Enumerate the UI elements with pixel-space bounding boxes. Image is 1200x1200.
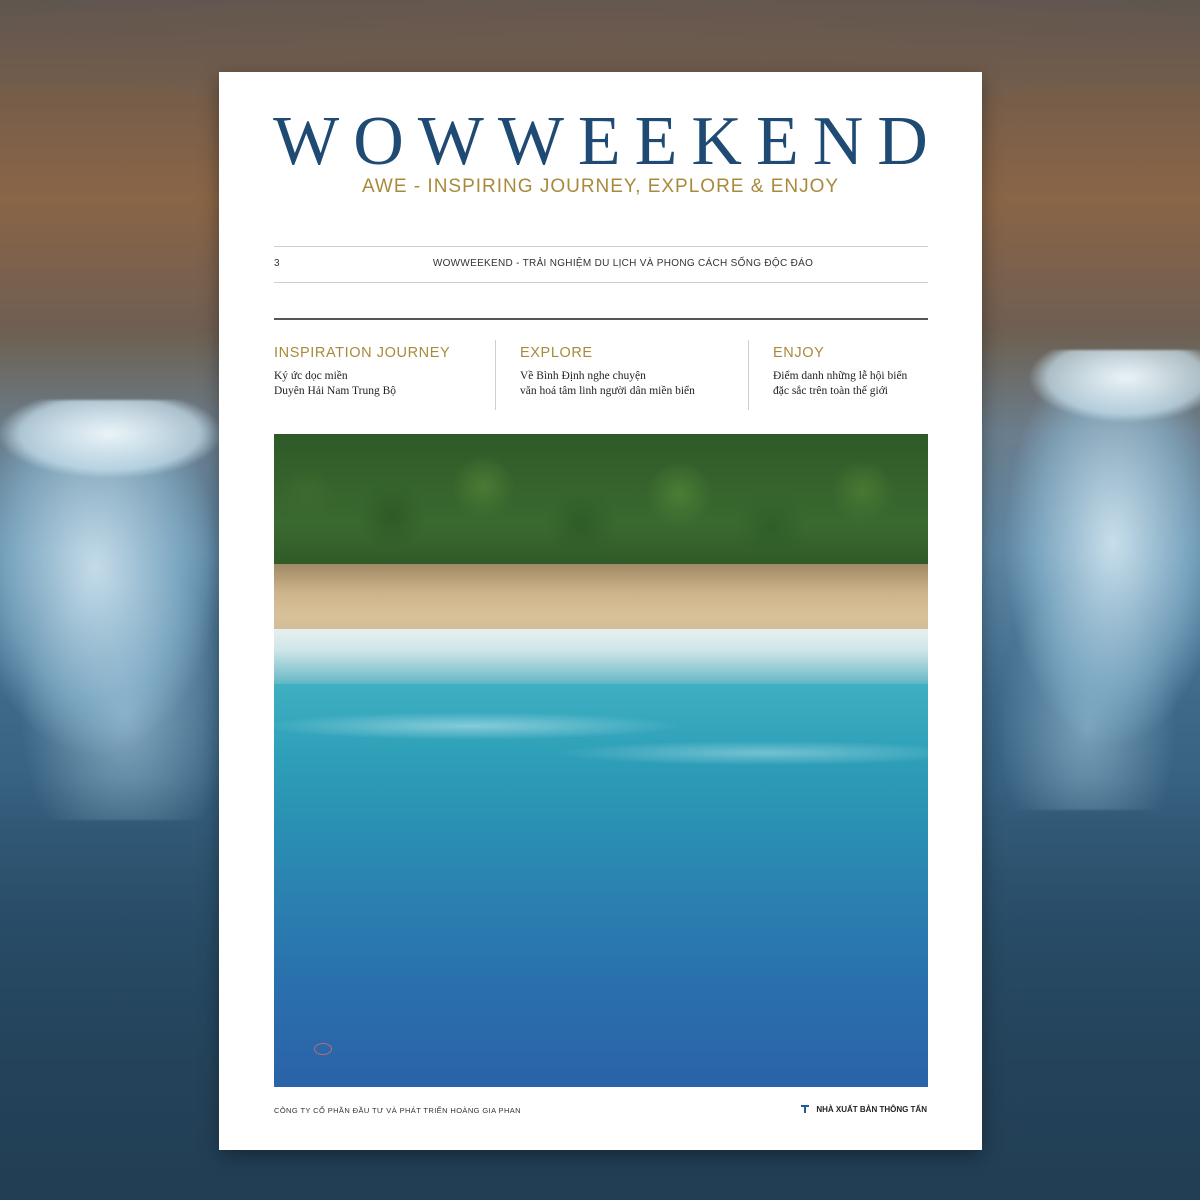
publisher-logo-icon [801,1105,810,1113]
column-divider [495,340,496,410]
footer-publisher: NHÀ XUẤT BẢN THÔNG TẤN [800,1104,927,1114]
divider-rule [274,282,928,283]
section-text: văn hoá tâm linh người dân miền biển [520,385,695,397]
issue-number: 3 [274,258,280,269]
divider-rule-thick [274,318,928,320]
background-wave-right [970,350,1200,810]
section-text: Về Bình Định nghe chuyện [520,370,646,382]
section-text: Ký ức dọc miền [274,370,348,382]
photo-foam [274,699,928,789]
section-text: Duyên Hải Nam Trung Bộ [274,385,397,397]
section-title: EXPLORE [520,345,593,361]
section-enjoy: ENJOY Điểm danh những lễ hội biển đặc sắ… [773,340,933,412]
section-text: Điểm danh những lễ hội biển [773,370,908,382]
photo-forest [274,434,928,584]
section-inspiration-journey: INSPIRATION JOURNEY Ký ức dọc miền Duyên… [274,340,496,412]
section-title: INSPIRATION JOURNEY [274,345,451,361]
footer-company: CÔNG TY CỔ PHẦN ĐẦU TƯ VÀ PHÁT TRIỂN HOÀ… [274,1106,521,1115]
publisher-name: NHÀ XUẤT BẢN THÔNG TẤN [816,1104,927,1114]
section-explore: EXPLORE Về Bình Định nghe chuyện văn hoá… [520,340,748,412]
section-text: đặc sắc trên toàn thế giới [773,385,888,397]
masthead-title: WOWWEEKEND [273,103,942,180]
issue-subtitle: WOWWEEKEND - TRẢI NGHIỆM DU LỊCH VÀ PHON… [432,258,814,269]
photo-surf [274,629,928,689]
divider-rule [274,246,928,247]
section-title: ENJOY [773,345,825,361]
magazine-cover: WOWWEEKEND AWE - INSPIRING JOURNEY, EXPL… [219,72,982,1150]
section-columns: INSPIRATION JOURNEY Ký ức dọc miền Duyên… [274,340,928,412]
cover-photo-beach [274,434,928,1087]
wowweekend-logo-icon [296,1043,356,1069]
column-divider [748,340,749,410]
masthead-tagline: AWE - INSPIRING JOURNEY, EXPLORE & ENJOY [361,176,840,197]
